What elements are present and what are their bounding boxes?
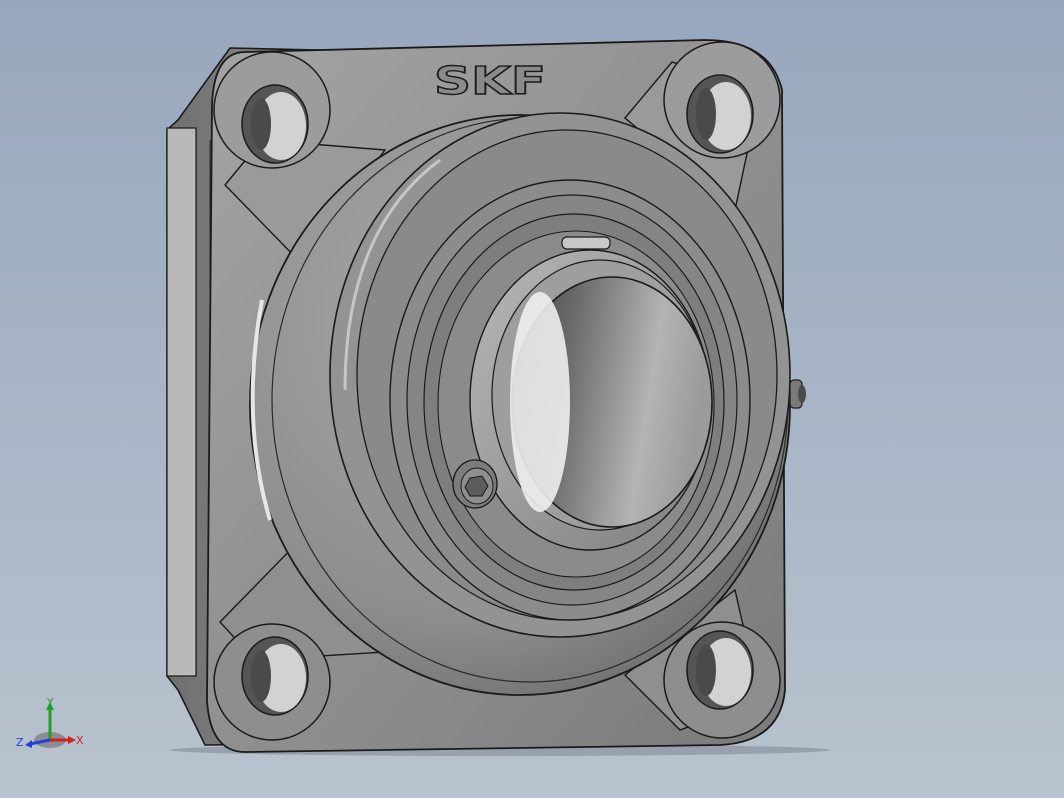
top-set-screw — [561, 236, 611, 250]
x-axis-label: X — [76, 734, 84, 747]
x-axis-arrowhead — [68, 736, 76, 744]
mounting-hole-top-left — [241, 84, 309, 164]
mounting-hole-top-right — [686, 74, 754, 154]
mounting-hole-bottom-left — [241, 636, 309, 716]
z-axis-label: Z — [16, 736, 24, 749]
bearing-unit-model[interactable]: SKF — [0, 0, 1064, 798]
mounting-hole-bottom-right — [686, 630, 754, 710]
grease-fitting — [789, 379, 806, 409]
bore-reflection — [510, 292, 570, 512]
coordinate-triad: Y X Z — [16, 696, 84, 749]
z-axis-arrowhead — [25, 740, 32, 748]
housing-left-rim — [166, 127, 197, 677]
brand-logo-text: SKF — [434, 59, 546, 103]
hex-set-screw — [452, 459, 498, 509]
y-axis-label: Y — [46, 696, 54, 709]
graphics-viewport[interactable]: SKF Y X Z — [0, 0, 1064, 798]
